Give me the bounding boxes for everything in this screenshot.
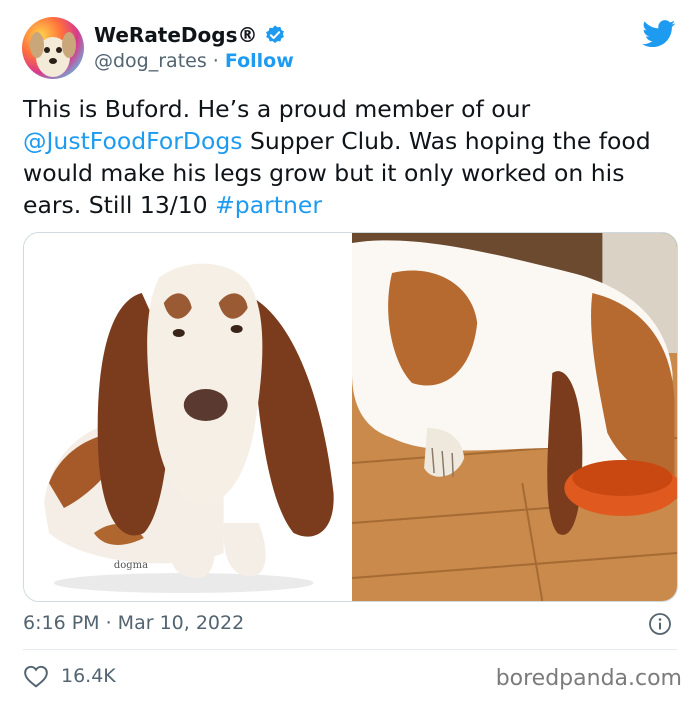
handle-line: @dog_rates · Follow: [94, 50, 294, 72]
avatar[interactable]: [22, 17, 84, 79]
twitter-bird-icon[interactable]: [642, 20, 676, 48]
divider: [23, 649, 677, 650]
tweet-text-intro: This is Buford. He’s a proud member of o…: [23, 95, 531, 123]
basset-hound-portrait-image: dogma: [24, 233, 350, 601]
tweet-text: This is Buford. He’s a proud member of o…: [23, 93, 678, 221]
hashtag-link[interactable]: #partner: [215, 191, 322, 219]
site-watermark: boredpanda.com: [495, 666, 682, 691]
handle-separator: ·: [206, 50, 225, 72]
author-name[interactable]: WeRateDogs®: [94, 23, 258, 47]
follow-button[interactable]: Follow: [225, 50, 294, 72]
basset-hound-eating-image: [351, 233, 677, 601]
photo-right[interactable]: [351, 233, 677, 601]
tweet-media[interactable]: dogma: [23, 232, 678, 602]
photo-watermark: dogma: [114, 560, 148, 571]
photo-left[interactable]: dogma: [24, 233, 350, 601]
avatar-dog-image: [30, 32, 76, 77]
verified-badge-icon: [265, 25, 284, 43]
author-handle[interactable]: @dog_rates: [94, 50, 207, 72]
info-icon[interactable]: [648, 612, 672, 636]
like-section[interactable]: 16.4K: [23, 664, 116, 688]
author-name-row[interactable]: WeRateDogs®: [94, 23, 286, 47]
like-count: 16.4K: [61, 665, 116, 687]
heart-icon[interactable]: [23, 664, 49, 688]
tweet-timestamp[interactable]: 6:16 PM · Mar 10, 2022: [23, 612, 244, 634]
mention-link[interactable]: @JustFoodForDogs: [23, 127, 243, 155]
